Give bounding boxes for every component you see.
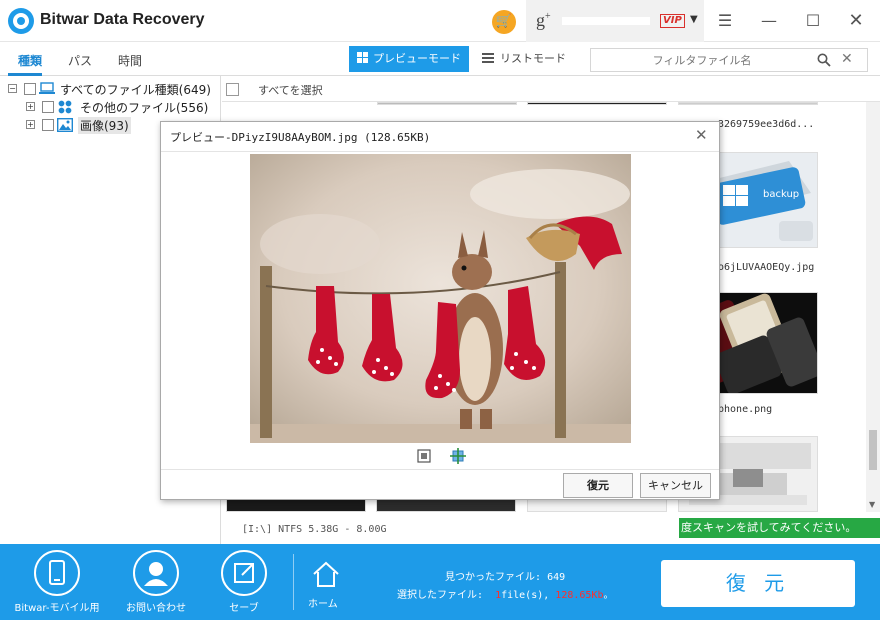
thumbnail-filename: 3269759ee3d6d... xyxy=(718,119,815,130)
list-mode-label: リストモード xyxy=(500,52,566,65)
computer-icon xyxy=(39,82,55,94)
save-label: セーブ xyxy=(229,603,259,614)
main-recover-button[interactable]: 復 元 xyxy=(661,560,855,607)
actual-size-icon[interactable] xyxy=(450,448,466,464)
preview-dialog: プレビュー-DPiyzI9U8AAyBOM.jpg (128.65KB) ✕ 復… xyxy=(160,121,720,500)
image-icon xyxy=(57,118,73,132)
select-all-bar: すべてを選択 xyxy=(222,76,880,102)
select-all-checkbox[interactable] xyxy=(226,83,239,96)
google-plus-icon: g+ xyxy=(536,10,551,30)
toolbar: 種類 パス 時間 プレビューモード リストモード ✕ xyxy=(0,42,880,76)
list-view-icon xyxy=(482,52,494,63)
selected-files-size: 128.65Kb xyxy=(555,590,604,601)
account-area[interactable]: g+ VIP ▼ xyxy=(526,0,704,42)
preview-dialog-title: プレビュー-DPiyzI9U8AAyBOM.jpg (128.65KB) xyxy=(170,131,431,144)
svg-text:backup: backup xyxy=(763,189,799,200)
app-logo-icon xyxy=(8,8,34,34)
collapse-icon[interactable]: − xyxy=(8,84,17,93)
fit-to-window-icon[interactable] xyxy=(417,449,431,463)
thumbnail[interactable] xyxy=(527,102,667,105)
app-title: Bitwar Data Recovery xyxy=(40,11,205,28)
thumbnail[interactable] xyxy=(377,102,517,105)
grid-view-icon xyxy=(357,52,368,63)
filter-input[interactable] xyxy=(595,51,809,69)
save-button[interactable]: セーブ xyxy=(212,550,276,614)
cancel-button[interactable]: キャンセル xyxy=(640,473,711,498)
tree-checkbox[interactable] xyxy=(42,101,54,113)
phone-icon xyxy=(34,550,80,596)
contact-label: お問い合わせ xyxy=(126,603,186,614)
mobile-label: Bitwar-モバイル用 xyxy=(14,603,100,614)
preview-mode-button[interactable]: プレビューモード xyxy=(349,46,469,72)
expand-icon[interactable]: + xyxy=(26,120,35,129)
tree-item-images[interactable]: + 画像(93) xyxy=(26,116,146,134)
scrollbar-thumb[interactable] xyxy=(869,430,877,470)
clear-icon[interactable]: ✕ xyxy=(841,51,853,67)
cart-icon[interactable]: 🛒 xyxy=(492,10,516,34)
select-all-label[interactable]: すべてを選択 xyxy=(258,82,323,98)
tree-item-label: すべてのファイル種類(649) xyxy=(60,83,211,97)
thumbnail-filename: phone.png xyxy=(718,404,773,415)
close-icon[interactable]: ✕ xyxy=(695,126,708,144)
vip-badge: VIP xyxy=(660,14,685,28)
tab-path[interactable]: パス xyxy=(68,52,92,69)
selected-files-label: 選択したファイル: xyxy=(397,590,484,601)
tree-item-label: 画像(93) xyxy=(78,117,131,134)
tab-type[interactable]: 種類 xyxy=(18,52,42,69)
found-files-count: 649 xyxy=(547,572,566,583)
chevron-down-icon[interactable]: ▼ xyxy=(690,14,698,25)
bottom-bar: Bitwar-モバイル用 お問い合わせ セーブ ホーム 見つかったファイル: 6 xyxy=(0,544,880,620)
tree-item-other[interactable]: + その他のファイル(556) xyxy=(26,98,216,116)
tree-checkbox[interactable] xyxy=(24,83,36,95)
thumbnail[interactable] xyxy=(678,102,818,105)
selected-files-word: file(s), xyxy=(501,590,550,601)
home-label: ホーム xyxy=(308,599,338,610)
selected-files-suffix: 。 xyxy=(603,590,614,601)
divider xyxy=(293,554,294,610)
divider xyxy=(161,151,719,152)
preview-mode-label: プレビューモード xyxy=(373,52,461,65)
found-files-line: 見つかったファイル: 649 xyxy=(445,568,565,583)
selected-files-line: 選択したファイル: 1file(s), 128.65Kb。 xyxy=(397,586,613,601)
menu-icon[interactable]: ☰ xyxy=(712,8,738,34)
expand-icon[interactable]: + xyxy=(26,102,35,111)
preview-image xyxy=(250,154,631,443)
divider xyxy=(161,469,719,470)
recover-button[interactable]: 復元 xyxy=(563,473,633,498)
tree-checkbox[interactable] xyxy=(42,119,54,131)
thumbnail-filename: o6jLUVAAOEQy.jpg xyxy=(718,262,815,273)
support-agent-icon xyxy=(133,550,179,596)
list-mode-button[interactable]: リストモード xyxy=(476,46,584,72)
promo-banner[interactable]: 度スキャンを試してみてください。 xyxy=(679,518,880,538)
found-files-label: 見つかったファイル: xyxy=(445,572,542,583)
contact-button[interactable]: お問い合わせ xyxy=(118,550,194,614)
drive-info: [I:\] NTFS 5.38G - 8.00G xyxy=(242,524,387,535)
minimize-icon[interactable]: — xyxy=(756,8,782,34)
close-icon[interactable]: ✕ xyxy=(843,8,869,34)
filter-box: ✕ xyxy=(590,48,868,72)
account-name-redacted xyxy=(562,17,650,25)
search-icon[interactable] xyxy=(817,53,831,67)
scroll-down-icon[interactable]: ▼ xyxy=(869,500,875,509)
apps-icon xyxy=(58,100,72,114)
tree-item-label: その他のファイル(556) xyxy=(80,101,209,115)
maximize-icon[interactable]: ☐ xyxy=(800,8,826,34)
mobile-button[interactable]: Bitwar-モバイル用 xyxy=(6,550,108,614)
home-icon xyxy=(313,561,339,587)
tab-time[interactable]: 時間 xyxy=(118,52,142,69)
vertical-scrollbar[interactable]: ▼ xyxy=(866,102,880,512)
tree-item-all[interactable]: − すべてのファイル種類(649) xyxy=(8,80,218,98)
title-bar: Bitwar Data Recovery 🛒 g+ VIP ▼ ☰ — ☐ ✕ xyxy=(0,0,880,42)
export-icon xyxy=(221,550,267,596)
